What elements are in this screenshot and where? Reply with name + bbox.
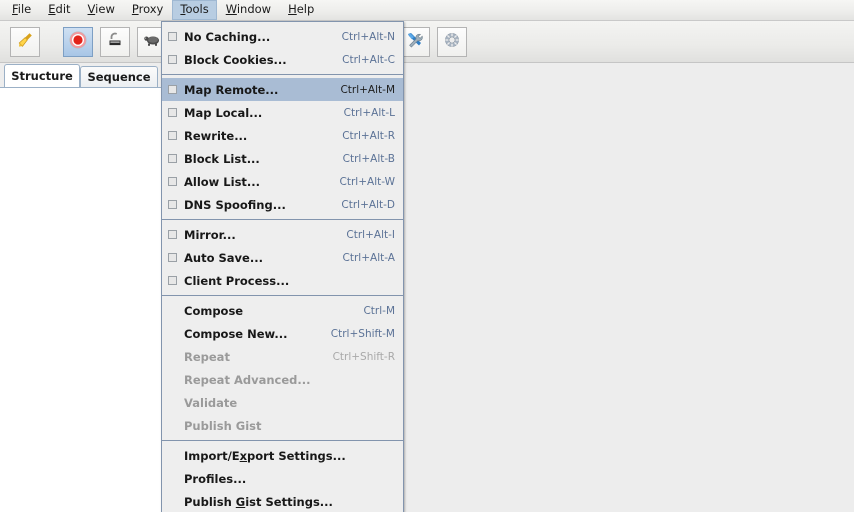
settings-button[interactable] [437,27,467,57]
broom-icon [15,30,35,54]
menu-item-label: Profiles... [184,471,247,486]
menubar-item-edit[interactable]: Edit [40,0,78,20]
menu-item-label: Import/Export Settings... [184,448,346,463]
checkbox-icon[interactable] [168,253,177,262]
menu-item-accelerator: Ctrl+Alt-M [340,83,395,96]
menu-item-allow-list[interactable]: Allow List... Ctrl+Alt-W [162,170,403,193]
tools-wrench-icon [405,30,425,54]
menu-item-accelerator: Ctrl+Alt-D [341,198,395,211]
menu-item-compose-new[interactable]: Compose New... Ctrl+Shift-M [162,322,403,345]
tab-sequence[interactable]: Sequence [80,66,158,87]
gear-icon [442,30,462,54]
menu-separator [162,74,403,75]
menu-item-map-local[interactable]: Map Local... Ctrl+Alt-L [162,101,403,124]
menu-item-label: Repeat Advanced... [184,372,311,387]
checkbox-icon[interactable] [168,177,177,186]
menu-item-label: Publish Gist [184,418,262,433]
record-icon [68,30,88,54]
menu-item-label: Publish Gist Settings... [184,494,333,509]
menu-item-mirror[interactable]: Mirror... Ctrl+Alt-I [162,223,403,246]
menu-item-accelerator: Ctrl+Alt-A [342,251,395,264]
menu-item-accelerator: Ctrl+Alt-I [346,228,395,241]
menu-item-label: DNS Spoofing... [184,197,286,212]
checkbox-icon[interactable] [168,154,177,163]
checkbox-icon[interactable] [168,200,177,209]
menu-item-publish-gist-settings[interactable]: Publish Gist Settings... [162,490,403,512]
menu-item-label: Repeat [184,349,230,364]
menubar-item-file[interactable]: File [4,0,39,20]
tab-strip: Structure Sequence [0,63,854,88]
menu-item-accelerator: Ctrl+Alt-L [343,106,395,119]
tools-button[interactable] [400,27,430,57]
menu-item-label: Mirror... [184,227,236,242]
menu-item-accelerator: Ctrl-M [363,304,395,317]
padlock-icon [105,30,125,54]
menu-bar: File Edit View Proxy Tools Window Help [0,0,854,21]
menu-separator [162,440,403,441]
checkbox-icon[interactable] [168,230,177,239]
menu-item-dns-spoofing[interactable]: DNS Spoofing... Ctrl+Alt-D [162,193,403,216]
checkbox-icon[interactable] [168,276,177,285]
breakpoint-button[interactable] [100,27,130,57]
menu-item-client-process[interactable]: Client Process... [162,269,403,292]
menu-item-compose[interactable]: Compose Ctrl-M [162,299,403,322]
menu-item-import-export-settings[interactable]: Import/Export Settings... [162,444,403,467]
menu-item-auto-save[interactable]: Auto Save... Ctrl+Alt-A [162,246,403,269]
menu-item-repeat: Repeat Ctrl+Shift-R [162,345,403,368]
menu-item-label: Block Cookies... [184,52,287,67]
menu-item-repeat-advanced: Repeat Advanced... [162,368,403,391]
menu-item-publish-gist: Publish Gist [162,414,403,437]
menu-separator [162,295,403,296]
application-window: File Edit View Proxy Tools Window Help S… [0,0,854,512]
menu-item-no-caching[interactable]: No Caching... Ctrl+Alt-N [162,25,403,48]
clear-button[interactable] [10,27,40,57]
menu-item-label: No Caching... [184,29,271,44]
menu-item-block-cookies[interactable]: Block Cookies... Ctrl+Alt-C [162,48,403,71]
menu-item-label: Map Remote... [184,82,279,97]
menu-item-accelerator: Ctrl+Alt-W [339,175,395,188]
checkbox-icon[interactable] [168,55,177,64]
checkbox-icon[interactable] [168,108,177,117]
menu-item-label: Compose New... [184,326,288,341]
menubar-item-tools[interactable]: Tools [172,0,217,20]
menu-item-accelerator: Ctrl+Alt-R [342,129,395,142]
menu-item-label: Validate [184,395,238,410]
menu-item-profiles[interactable]: Profiles... [162,467,403,490]
menu-item-label: Map Local... [184,105,263,120]
menubar-item-help[interactable]: Help [280,0,322,20]
tools-menu-popup[interactable]: No Caching... Ctrl+Alt-N Block Cookies... C… [161,21,404,512]
menu-item-label: Rewrite... [184,128,248,143]
menu-item-label: Compose [184,303,244,318]
checkbox-icon[interactable] [168,32,177,41]
menu-item-accelerator: Ctrl+Shift-R [332,350,395,363]
turtle-icon [142,30,162,54]
menu-item-map-remote[interactable]: Map Remote... Ctrl+Alt-M [162,78,403,101]
tab-structure[interactable]: Structure [4,64,80,87]
menu-item-validate: Validate [162,391,403,414]
menu-item-rewrite[interactable]: Rewrite... Ctrl+Alt-R [162,124,403,147]
menu-item-label: Block List... [184,151,260,166]
menu-separator [162,219,403,220]
record-button[interactable] [63,27,93,57]
menubar-item-proxy[interactable]: Proxy [124,0,172,20]
checkbox-icon[interactable] [168,131,177,140]
menu-item-label: Allow List... [184,174,261,189]
checkbox-icon[interactable] [168,85,177,94]
menu-item-accelerator: Ctrl+Alt-C [342,53,395,66]
menu-item-block-list[interactable]: Block List... Ctrl+Alt-B [162,147,403,170]
menu-item-accelerator: Ctrl+Shift-M [330,327,395,340]
menubar-item-view[interactable]: View [80,0,123,20]
menu-item-accelerator: Ctrl+Alt-N [341,30,395,43]
menu-item-label: Client Process... [184,273,290,288]
menubar-item-window[interactable]: Window [218,0,279,20]
menu-item-accelerator: Ctrl+Alt-B [342,152,395,165]
toolbar [0,21,854,63]
menu-item-label: Auto Save... [184,250,263,265]
